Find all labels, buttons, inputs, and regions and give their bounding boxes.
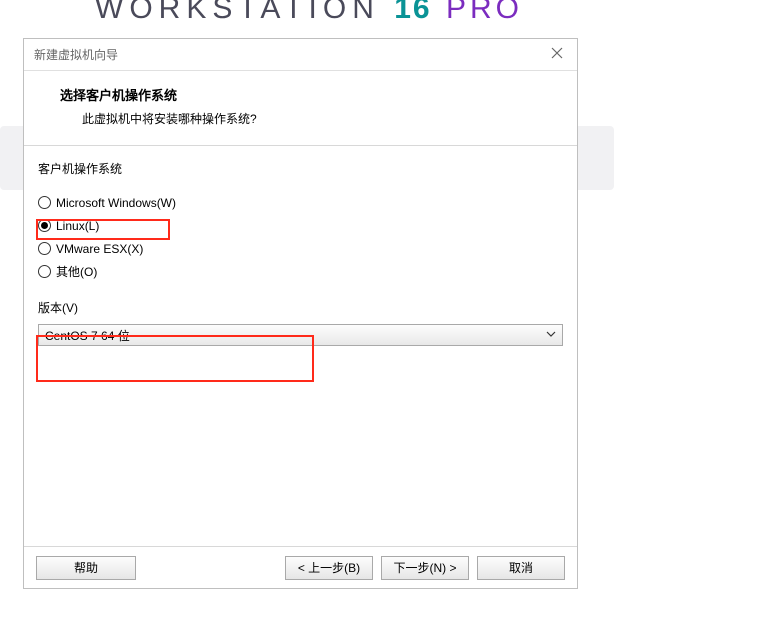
dialog-title: 新建虚拟机向导: [34, 46, 118, 63]
radio-linux[interactable]: Linux(L): [38, 214, 563, 237]
button-label: < 上一步(B): [298, 559, 360, 576]
header-title: 选择客户机操作系统: [60, 85, 547, 104]
button-label: 取消: [509, 559, 533, 576]
radio-windows[interactable]: Microsoft Windows(W): [38, 191, 563, 214]
cancel-button[interactable]: 取消: [477, 556, 565, 580]
radio-label: VMware ESX(X): [56, 242, 143, 256]
radio-label: Microsoft Windows(W): [56, 196, 176, 210]
chevron-down-icon: [546, 328, 556, 342]
radio-other[interactable]: 其他(O): [38, 260, 563, 283]
footer: 帮助 < 上一步(B) 下一步(N) > 取消: [24, 546, 577, 588]
logo-word: WORKSTATION: [95, 0, 380, 25]
logo-number: 16: [394, 0, 431, 25]
logo-pro: PRO: [446, 0, 523, 25]
back-button[interactable]: < 上一步(B): [285, 556, 373, 580]
wizard-dialog: 新建虚拟机向导 选择客户机操作系统 此虚拟机中将安装哪种操作系统? 客户机操作系…: [23, 38, 578, 589]
radio-label: 其他(O): [56, 263, 97, 280]
radio-vmware-esx[interactable]: VMware ESX(X): [38, 237, 563, 260]
radio-icon: [38, 265, 51, 278]
radio-icon: [38, 242, 51, 255]
radio-label: Linux(L): [56, 219, 99, 233]
version-value: CentOS 7 64 位: [45, 327, 130, 344]
button-label: 帮助: [74, 559, 98, 576]
radio-icon: [38, 196, 51, 209]
button-label: 下一步(N) >: [393, 559, 456, 576]
os-group-label: 客户机操作系统: [38, 160, 563, 177]
header-subtitle: 此虚拟机中将安装哪种操作系统?: [60, 110, 547, 127]
os-radio-group: Microsoft Windows(W) Linux(L) VMware ESX…: [38, 185, 563, 299]
radio-icon: [38, 219, 51, 232]
help-button[interactable]: 帮助: [36, 556, 136, 580]
version-label: 版本(V): [38, 299, 563, 316]
header-section: 选择客户机操作系统 此虚拟机中将安装哪种操作系统?: [24, 71, 577, 146]
close-icon[interactable]: [551, 47, 567, 63]
titlebar: 新建虚拟机向导: [24, 39, 577, 71]
body-section: 客户机操作系统 Microsoft Windows(W) Linux(L) VM…: [24, 146, 577, 546]
next-button[interactable]: 下一步(N) >: [381, 556, 469, 580]
version-select[interactable]: CentOS 7 64 位: [38, 324, 563, 346]
bg-logo: WORKSTATION 16 PRO: [95, 0, 523, 26]
